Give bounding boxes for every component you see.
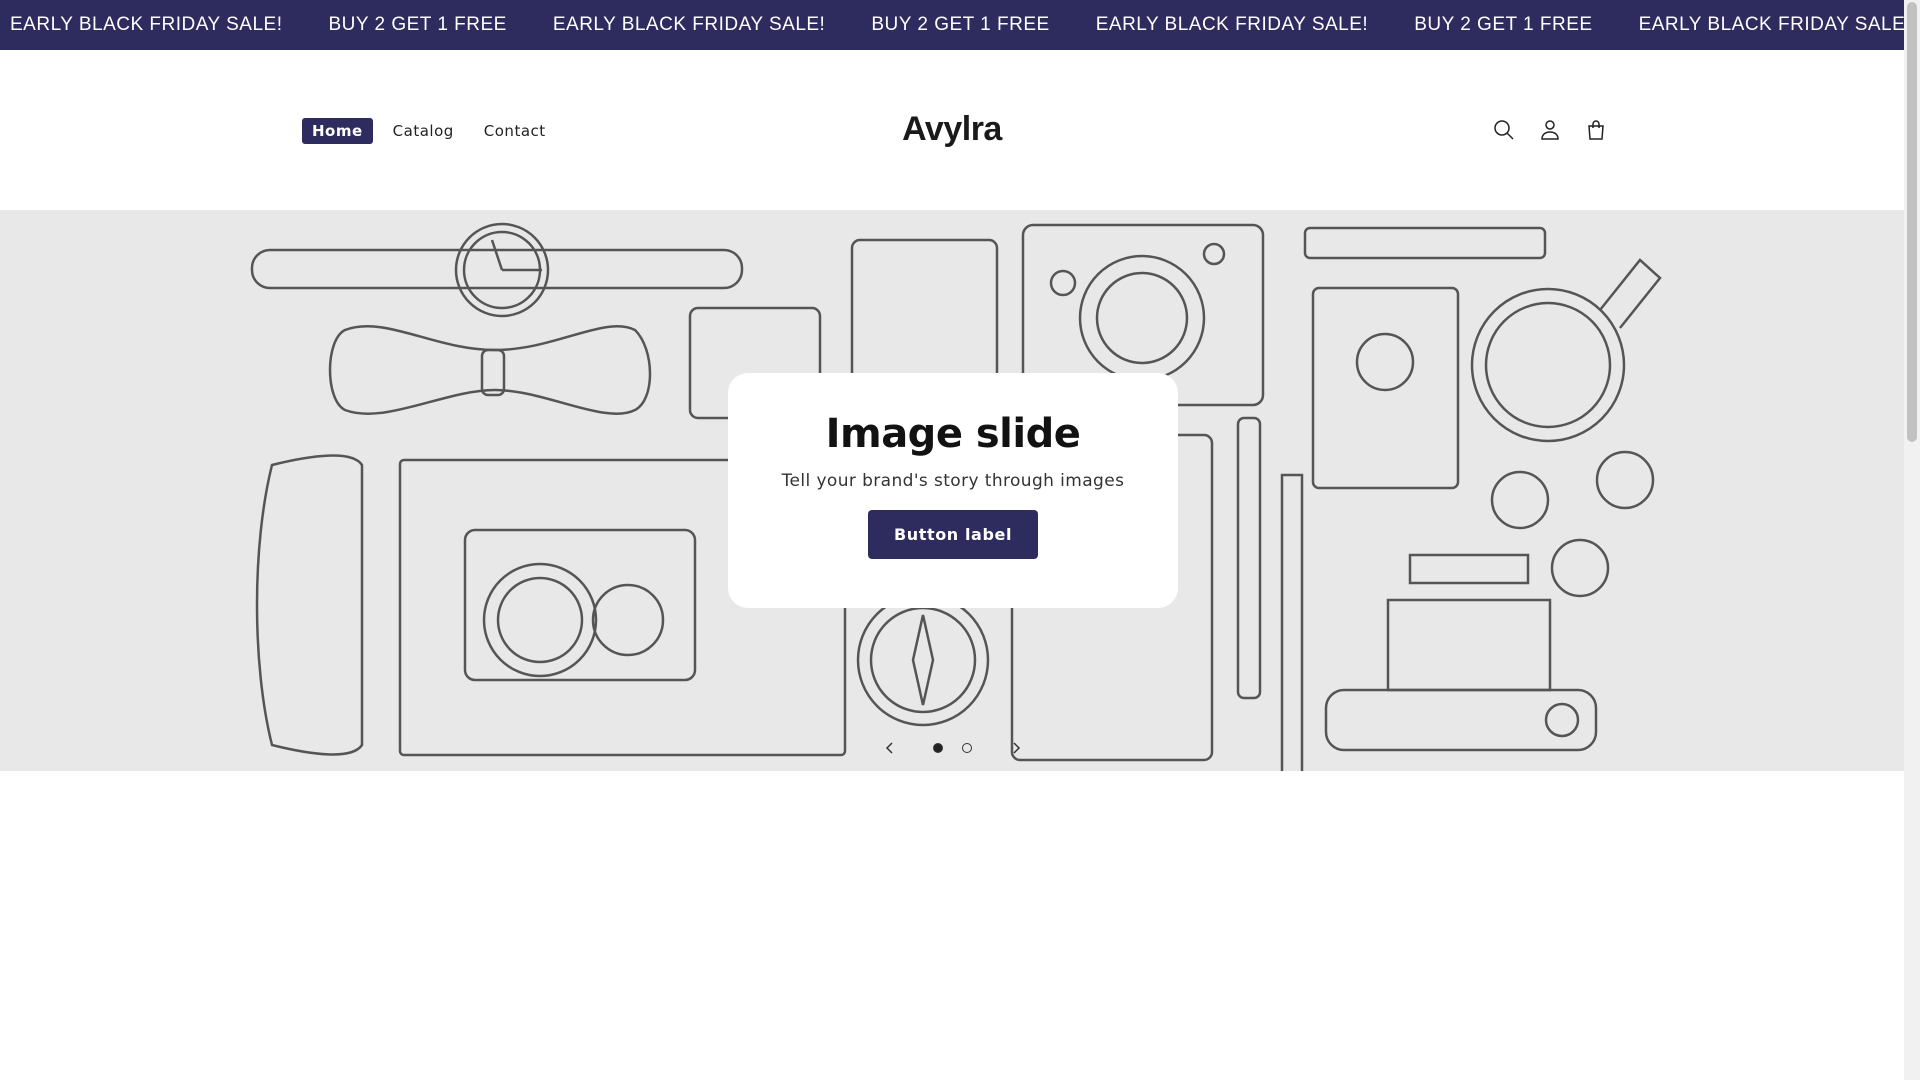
site-header: Home Catalog Contact Avylra (0, 50, 1904, 210)
page: EARLY BLACK FRIDAY SALE! BUY 2 GET 1 FRE… (0, 0, 1904, 1080)
slideshow-controls (0, 738, 1904, 758)
slide-content-card: Image slide Tell your brand's story thro… (728, 373, 1178, 608)
slide-cta-button[interactable]: Button label (868, 510, 1038, 559)
header-icons (1490, 116, 1610, 144)
logo[interactable]: Avylra (0, 110, 1904, 149)
slide-title: Image slide (825, 411, 1081, 457)
announcement-item: BUY 2 GET 1 FREE (1414, 14, 1593, 35)
announcement-item: EARLY BLACK FRIDAY SALE! (552, 14, 826, 35)
chevron-left-icon (885, 742, 893, 754)
account-icon[interactable] (1536, 116, 1564, 144)
announcement-item: BUY 2 GET 1 FREE (328, 14, 507, 35)
previous-slide-button[interactable] (880, 738, 900, 758)
scrollbar-thumb[interactable] (1907, 2, 1917, 442)
cart-icon[interactable] (1582, 116, 1610, 144)
slide-subtitle: Tell your brand's story through images (781, 471, 1125, 491)
chevron-right-icon (1013, 742, 1021, 754)
next-slide-button[interactable] (1006, 738, 1026, 758)
announcement-item: EARLY BLACK FRIDAY SALE! (1095, 14, 1369, 35)
announcement-item: EARLY BLACK FRIDAY SALE! (10, 14, 283, 35)
page-scrollbar[interactable] (1904, 0, 1920, 1080)
search-icon[interactable] (1490, 116, 1518, 144)
announcement-item: EARLY BLACK FRIDAY SALE! (1638, 14, 1904, 35)
slide-dot-1[interactable] (933, 743, 943, 753)
announcement-item: BUY 2 GET 1 FREE (871, 14, 1050, 35)
announcement-bar: EARLY BLACK FRIDAY SALE! BUY 2 GET 1 FRE… (0, 0, 1904, 50)
image-slideshow: Image slide Tell your brand's story thro… (0, 210, 1904, 771)
slide-dot-2[interactable] (962, 743, 972, 753)
